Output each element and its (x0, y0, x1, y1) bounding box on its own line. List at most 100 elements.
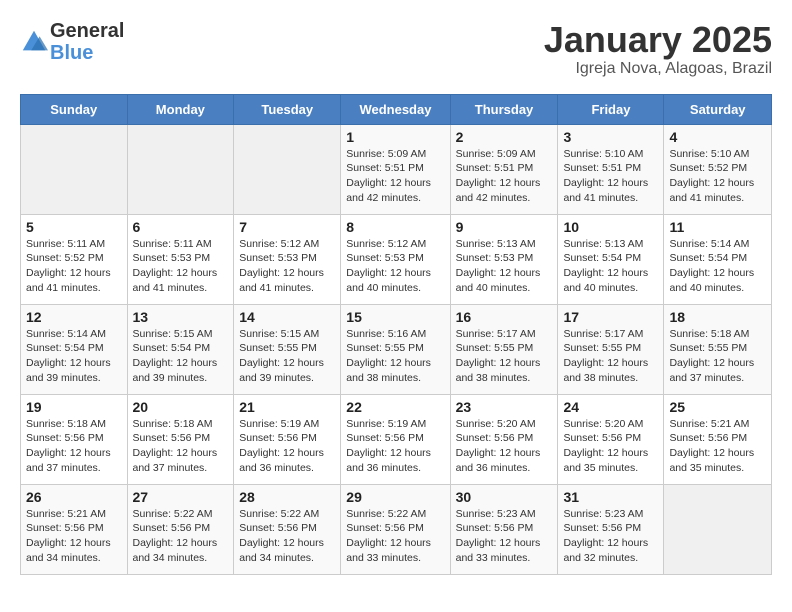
day-number: 22 (346, 399, 444, 415)
day-number: 14 (239, 309, 335, 325)
day-info: Sunrise: 5:17 AMSunset: 5:55 PMDaylight:… (456, 327, 553, 386)
day-info: Sunrise: 5:22 AMSunset: 5:56 PMDaylight:… (346, 507, 444, 566)
day-info: Sunrise: 5:21 AMSunset: 5:56 PMDaylight:… (26, 507, 122, 566)
day-number: 18 (669, 309, 766, 325)
calendar-cell: 10 Sunrise: 5:13 AMSunset: 5:54 PMDayligh… (558, 214, 664, 304)
day-number: 3 (563, 129, 658, 145)
day-info: Sunrise: 5:11 AMSunset: 5:53 PMDaylight:… (133, 237, 229, 296)
calendar-cell: 14 Sunrise: 5:15 AMSunset: 5:55 PMDayligh… (234, 304, 341, 394)
day-info: Sunrise: 5:10 AMSunset: 5:51 PMDaylight:… (563, 147, 658, 206)
day-number: 25 (669, 399, 766, 415)
calendar-cell: 8 Sunrise: 5:12 AMSunset: 5:53 PMDaylight… (341, 214, 450, 304)
calendar-cell: 21 Sunrise: 5:19 AMSunset: 5:56 PMDayligh… (234, 394, 341, 484)
day-number: 26 (26, 489, 122, 505)
calendar-cell (664, 484, 772, 574)
day-info: Sunrise: 5:15 AMSunset: 5:54 PMDaylight:… (133, 327, 229, 386)
calendar-table: SundayMondayTuesdayWednesdayThursdayFrid… (20, 94, 772, 575)
day-info: Sunrise: 5:10 AMSunset: 5:52 PMDaylight:… (669, 147, 766, 206)
day-number: 11 (669, 219, 766, 235)
weekday-header-tuesday: Tuesday (234, 94, 341, 124)
calendar-cell: 30 Sunrise: 5:23 AMSunset: 5:56 PMDayligh… (450, 484, 558, 574)
day-info: Sunrise: 5:15 AMSunset: 5:55 PMDaylight:… (239, 327, 335, 386)
calendar-cell: 5 Sunrise: 5:11 AMSunset: 5:52 PMDaylight… (21, 214, 128, 304)
calendar-cell: 25 Sunrise: 5:21 AMSunset: 5:56 PMDayligh… (664, 394, 772, 484)
week-row-4: 19 Sunrise: 5:18 AMSunset: 5:56 PMDayligh… (21, 394, 772, 484)
day-number: 10 (563, 219, 658, 235)
day-info: Sunrise: 5:13 AMSunset: 5:54 PMDaylight:… (563, 237, 658, 296)
day-number: 13 (133, 309, 229, 325)
week-row-2: 5 Sunrise: 5:11 AMSunset: 5:52 PMDaylight… (21, 214, 772, 304)
day-info: Sunrise: 5:12 AMSunset: 5:53 PMDaylight:… (239, 237, 335, 296)
logo: General Blue (20, 20, 124, 64)
calendar-cell: 12 Sunrise: 5:14 AMSunset: 5:54 PMDayligh… (21, 304, 128, 394)
calendar-cell: 29 Sunrise: 5:22 AMSunset: 5:56 PMDayligh… (341, 484, 450, 574)
calendar-cell: 9Sunrise: 5:13 AMSunset: 5:53 PMDaylight… (450, 214, 558, 304)
logo-blue-text: Blue (50, 42, 124, 64)
day-info: Sunrise: 5:18 AMSunset: 5:56 PMDaylight:… (133, 417, 229, 476)
day-number: 31 (563, 489, 658, 505)
day-number: 2 (456, 129, 553, 145)
day-number: 1 (346, 129, 444, 145)
day-number: 20 (133, 399, 229, 415)
day-number: 4 (669, 129, 766, 145)
calendar-cell: 17Sunrise: 5:17 AMSunset: 5:55 PMDayligh… (558, 304, 664, 394)
calendar-cell: 16 Sunrise: 5:17 AMSunset: 5:55 PMDayligh… (450, 304, 558, 394)
calendar-cell (234, 124, 341, 214)
calendar-cell: 18Sunrise: 5:18 AMSunset: 5:55 PMDayligh… (664, 304, 772, 394)
day-number: 8 (346, 219, 444, 235)
calendar-cell: 2 Sunrise: 5:09 AMSunset: 5:51 PMDaylight… (450, 124, 558, 214)
day-info: Sunrise: 5:11 AMSunset: 5:52 PMDaylight:… (26, 237, 122, 296)
day-info: Sunrise: 5:23 AMSunset: 5:56 PMDaylight:… (563, 507, 658, 566)
weekday-header-monday: Monday (127, 94, 234, 124)
week-row-1: 1 Sunrise: 5:09 AMSunset: 5:51 PMDaylight… (21, 124, 772, 214)
day-number: 17 (563, 309, 658, 325)
day-number: 7 (239, 219, 335, 235)
month-title: January 2025 (544, 20, 772, 60)
day-number: 29 (346, 489, 444, 505)
calendar-cell: 13 Sunrise: 5:15 AMSunset: 5:54 PMDayligh… (127, 304, 234, 394)
day-info: Sunrise: 5:20 AMSunset: 5:56 PMDaylight:… (456, 417, 553, 476)
weekday-header-thursday: Thursday (450, 94, 558, 124)
weekday-header-friday: Friday (558, 94, 664, 124)
day-number: 21 (239, 399, 335, 415)
calendar-cell: 23 Sunrise: 5:20 AMSunset: 5:56 PMDayligh… (450, 394, 558, 484)
weekday-header-wednesday: Wednesday (341, 94, 450, 124)
day-info: Sunrise: 5:22 AMSunset: 5:56 PMDaylight:… (239, 507, 335, 566)
day-info: Sunrise: 5:23 AMSunset: 5:56 PMDaylight:… (456, 507, 553, 566)
calendar-cell: 22Sunrise: 5:19 AMSunset: 5:56 PMDayligh… (341, 394, 450, 484)
calendar-cell: 31 Sunrise: 5:23 AMSunset: 5:56 PMDayligh… (558, 484, 664, 574)
day-info: Sunrise: 5:21 AMSunset: 5:56 PMDaylight:… (669, 417, 766, 476)
day-number: 16 (456, 309, 553, 325)
day-info: Sunrise: 5:09 AMSunset: 5:51 PMDaylight:… (456, 147, 553, 206)
day-number: 23 (456, 399, 553, 415)
calendar-cell (21, 124, 128, 214)
day-info: Sunrise: 5:19 AMSunset: 5:56 PMDaylight:… (239, 417, 335, 476)
calendar-cell: 20 Sunrise: 5:18 AMSunset: 5:56 PMDayligh… (127, 394, 234, 484)
page-header: General Blue January 2025 Igreja Nova, A… (20, 20, 772, 78)
day-info: Sunrise: 5:18 AMSunset: 5:56 PMDaylight:… (26, 417, 122, 476)
day-info: Sunrise: 5:14 AMSunset: 5:54 PMDaylight:… (26, 327, 122, 386)
day-info: Sunrise: 5:14 AMSunset: 5:54 PMDaylight:… (669, 237, 766, 296)
day-number: 30 (456, 489, 553, 505)
day-number: 19 (26, 399, 122, 415)
day-info: Sunrise: 5:22 AMSunset: 5:56 PMDaylight:… (133, 507, 229, 566)
calendar-cell: 15Sunrise: 5:16 AMSunset: 5:55 PMDayligh… (341, 304, 450, 394)
day-info: Sunrise: 5:12 AMSunset: 5:53 PMDaylight:… (346, 237, 444, 296)
day-number: 27 (133, 489, 229, 505)
day-number: 12 (26, 309, 122, 325)
week-row-5: 26 Sunrise: 5:21 AMSunset: 5:56 PMDayligh… (21, 484, 772, 574)
logo-icon (20, 28, 48, 56)
week-row-3: 12 Sunrise: 5:14 AMSunset: 5:54 PMDayligh… (21, 304, 772, 394)
day-info: Sunrise: 5:13 AMSunset: 5:53 PMDaylight:… (456, 237, 553, 296)
day-info: Sunrise: 5:16 AMSunset: 5:55 PMDaylight:… (346, 327, 444, 386)
calendar-cell: 11 Sunrise: 5:14 AMSunset: 5:54 PMDayligh… (664, 214, 772, 304)
day-number: 24 (563, 399, 658, 415)
weekday-header-saturday: Saturday (664, 94, 772, 124)
day-info: Sunrise: 5:09 AMSunset: 5:51 PMDaylight:… (346, 147, 444, 206)
day-info: Sunrise: 5:20 AMSunset: 5:56 PMDaylight:… (563, 417, 658, 476)
day-number: 5 (26, 219, 122, 235)
calendar-cell: 6 Sunrise: 5:11 AMSunset: 5:53 PMDaylight… (127, 214, 234, 304)
calendar-cell: 4 Sunrise: 5:10 AMSunset: 5:52 PMDaylight… (664, 124, 772, 214)
day-number: 28 (239, 489, 335, 505)
day-number: 6 (133, 219, 229, 235)
